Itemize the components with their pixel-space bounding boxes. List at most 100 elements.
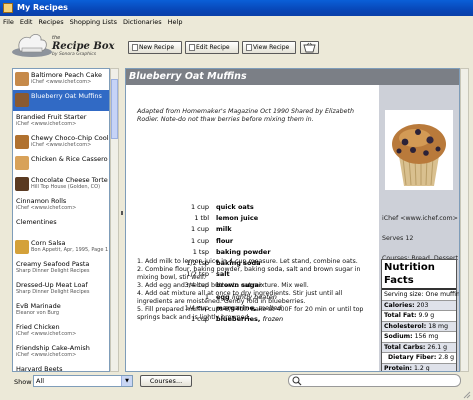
recipe-title: Blueberry Oat Muffins [126,69,459,85]
recipe-view-scrollbar[interactable] [460,68,469,372]
ingredient-name: quick oats [216,202,254,212]
list-item-source: Eleanor von Burg [16,310,60,316]
list-item-name: Dressed-Up Meat Loaf [16,281,88,289]
edit-document-icon [189,44,195,51]
edit-recipe-label: Edit Recipe [196,44,230,51]
menu-recipes[interactable]: Recipes [35,16,66,28]
list-item-source: iChef <www.ichef.com> [16,205,77,211]
list-item[interactable]: Chicken & Rice Casserole ... [13,153,109,174]
instruction-step: 5. Fill prepared muffin cups 3/4 full. B… [137,306,364,321]
instruction-step: 1. Add milk to lemon juice in 4 cup meas… [137,258,358,265]
new-document-icon [132,44,138,51]
nutrition-label: Cholesterol: [384,322,427,330]
nutrition-label: Sodium: [384,333,413,340]
menu-edit[interactable]: Edit [17,16,36,28]
ingredient-qty: 1 cup [190,225,209,234]
list-item-name: Friendship Cake-Amish [16,344,90,352]
scrollbar-thumb[interactable] [111,79,118,139]
nutrition-value: 2.8 g [438,354,455,361]
nutrition-value: 18 mg [428,322,449,330]
list-item[interactable]: Baltimore Peach Cake iChef <www.ichef.com… [13,69,109,90]
list-item[interactable]: Blueberry Oat Muffins [13,90,109,111]
show-filter-select[interactable]: All ▼ [33,375,133,387]
ingredient-name: flour [216,236,233,246]
list-item[interactable]: Harvard Beets [13,363,109,372]
nutrition-row: Protein: 1.2 g [382,363,456,371]
menu-dictionaries[interactable]: Dictionaries [120,16,165,28]
ingredient-name-text: milk [216,225,232,234]
list-item-name: Clementines [16,218,57,226]
list-item-source: iChef <www.ichef.com> [31,79,92,85]
list-item-source: iChef <www.ichef.com> [16,352,77,358]
menu-bar: File Edit Recipes Shopping Lists Dictionarie… [0,16,473,28]
print-button[interactable] [300,41,319,54]
nutrition-value: 26.1 g [427,343,448,351]
ingredient-name-text: lemon juice [216,214,259,223]
splitter-handle[interactable] [121,211,123,215]
list-item[interactable]: Fried Chicken iChef <www.ichef.com> [13,321,109,342]
list-item-source: iChef <www.ichef.com> [16,331,77,337]
list-item[interactable]: Corn Salsa Bon Appetit, Apr, 1995, Page 1… [13,237,109,258]
ingredient-name-text: flour [216,236,234,245]
ingredient-name: baking powder [216,247,271,257]
nutrition-row: Calories: 203 [382,300,456,311]
list-item[interactable]: Brandied Fruit Starter iChef <www.ichef.c… [13,111,109,132]
recipe-list-scrollbar[interactable] [110,68,119,372]
recipe-serves: Serves 12 [382,235,414,242]
search-icon [292,376,302,386]
nutrition-row: Total Carbs: 26.1 g [382,342,456,353]
courses-button[interactable]: Courses... [140,375,192,387]
view-document-icon [246,44,252,51]
list-item[interactable]: Clementines [13,216,109,237]
recipe-thumbnail [15,72,29,86]
title-bar: My Recipes [0,0,473,16]
instructions: 1. Add milk to lemon juice in 4 cup meas… [137,258,375,322]
list-item-name: Harvard Beets [16,365,63,372]
menu-help[interactable]: Help [165,16,186,28]
recipe-source-note: Adapted from Homemaker's Magazine Oct 19… [137,108,354,123]
recipe-thumbnail [15,240,29,254]
logo-byline: by Sonora Graphics [52,52,97,57]
recipe-thumbnail [15,93,29,107]
list-item-name: Fried Chicken [16,323,60,331]
list-item[interactable]: EvB Marinade Eleanor von Burg [13,300,109,321]
list-item-name: Creamy Seafood Pasta [16,260,90,268]
recipe-list[interactable]: Baltimore Peach Cake iChef <www.ichef.com… [12,68,110,372]
list-item-source: Sharp Dinner Delight Recipes [16,289,90,295]
nutrition-row: Sodium: 156 mg [382,332,456,343]
resize-grip-icon[interactable] [463,391,471,399]
list-item[interactable]: Dressed-Up Meat Loaf Sharp Dinner Delight… [13,279,109,300]
list-item[interactable]: Cinnamon Rolls iChef <www.ichef.com> [13,195,109,216]
ingredient-row: 1 tsp baking powder [141,247,381,257]
chevron-down-icon[interactable]: ▼ [121,376,132,386]
menu-file[interactable]: File [0,16,17,28]
ingredient-name: lemon juice [216,213,258,223]
ingredient-row: 1 cup milk [141,224,381,234]
logo-name: Recipe Box [52,41,115,52]
ingredient-qty: 1 cup [190,236,209,245]
nutrition-label: Dietary Fiber: [388,354,437,361]
instruction-step: 4. Add oat mixture all at once to dry in… [137,290,343,305]
list-item[interactable]: Chewy Choco-Chip CookiesiChef <www.ichef… [13,132,109,153]
nutrition-value: 9.9 g [418,312,435,319]
nutrition-label: Calories: [384,301,415,309]
list-item-source: iChef <www.ichef.com> [16,121,77,127]
ingredient-row: 1 cup quick oats [141,202,381,212]
list-item[interactable]: Creamy Seafood Pasta Sharp Dinner Delight… [13,258,109,279]
ingredient-name-text: quick oats [216,203,254,211]
ingredient-qty: 1 tsp [192,247,209,256]
new-recipe-button[interactable]: New Recipe [128,41,182,54]
search-input[interactable] [288,374,461,387]
list-item-name: Blueberry Oat Muffins [31,92,102,100]
view-recipe-label: View Recipe [253,44,290,51]
list-item[interactable]: Chocolate Cheese Torte Hill Top House (Go… [13,174,109,195]
list-item-name: Chicken & Rice Casserole ... [31,155,108,163]
instruction-step: 3. Add egg and melted butter to oat mixt… [137,282,309,289]
nutrition-label: Total Carbs: [384,343,426,351]
list-item-name: Baltimore Peach Cake [31,71,102,79]
muffin-photo [385,110,453,190]
menu-shopping-lists[interactable]: Shopping Lists [67,16,120,28]
edit-recipe-button[interactable]: Edit Recipe [185,41,239,54]
list-item[interactable]: Friendship Cake-Amish iChef <www.ichef.co… [13,342,109,363]
view-recipe-button[interactable]: View Recipe [242,41,296,54]
